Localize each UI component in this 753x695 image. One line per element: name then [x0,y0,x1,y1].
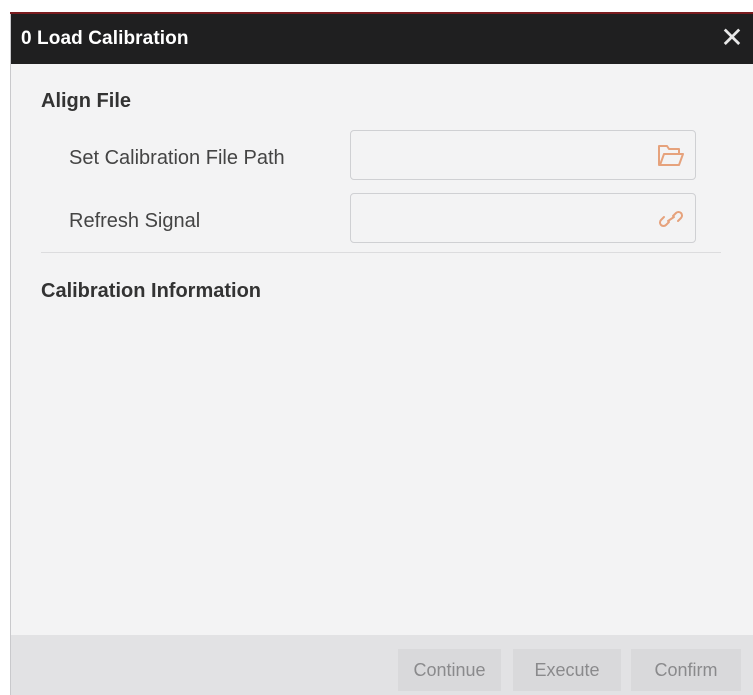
refresh-signal-field[interactable] [350,193,696,243]
refresh-signal-input[interactable] [359,204,643,234]
load-calibration-dialog: 0 Load Calibration ✕ Align File Set Cali… [10,14,753,695]
calibration-file-path-label: Set Calibration File Path [69,147,285,169]
close-icon[interactable]: ✕ [716,22,748,54]
align-file-heading: Align File [41,90,131,112]
continue-button[interactable]: Continue [398,649,501,691]
link-icon[interactable] [657,206,685,232]
calibration-information-heading: Calibration Information [41,280,261,302]
calibration-file-path-field[interactable] [350,130,696,180]
execute-button[interactable]: Execute [513,649,621,691]
dialog-title: 0 Load Calibration [21,28,189,49]
folder-open-icon[interactable] [657,143,685,169]
refresh-signal-label: Refresh Signal [69,210,201,232]
dialog-titlebar: 0 Load Calibration ✕ [11,14,753,64]
confirm-button[interactable]: Confirm [631,649,741,691]
dialog-footer: Continue Execute Confirm [11,635,753,695]
section-divider [41,252,721,253]
calibration-file-path-input[interactable] [359,141,643,171]
